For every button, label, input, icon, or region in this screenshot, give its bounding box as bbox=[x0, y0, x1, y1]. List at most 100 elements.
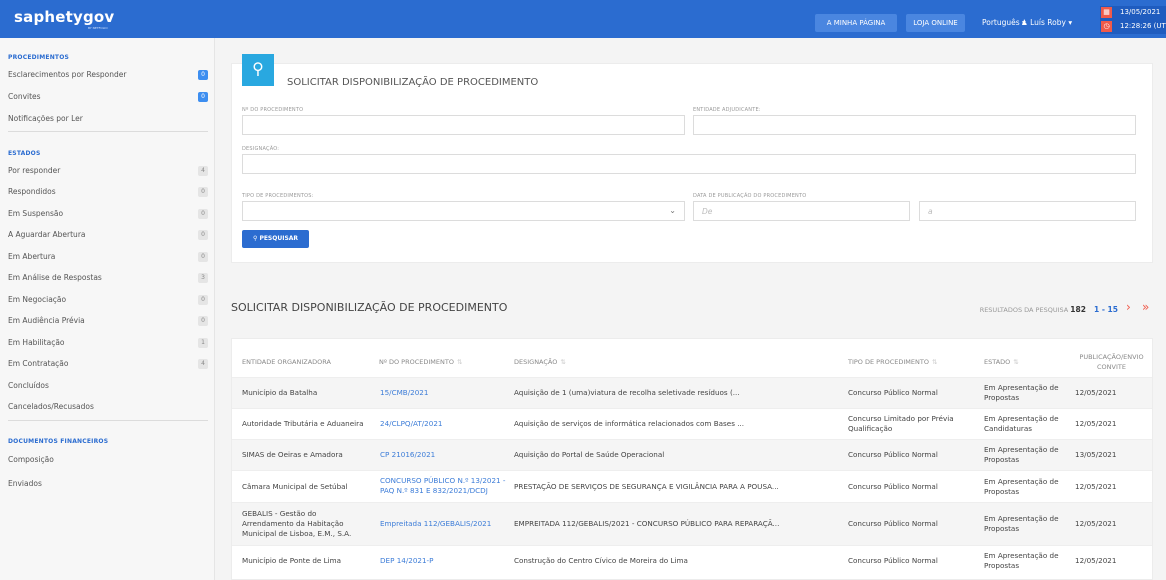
sidebar-item-label: Composição bbox=[8, 455, 54, 464]
sort-icon: ⇅ bbox=[931, 358, 938, 366]
count-badge: 1 bbox=[198, 338, 208, 348]
cell-designation: Aquisição de 1 (uma)viatura de recolha s… bbox=[514, 388, 740, 397]
table-row[interactable]: GEBALIS - Gestão do Arrendamento da Habi… bbox=[232, 502, 1152, 545]
column-header[interactable]: ESTADO ⇅ bbox=[984, 357, 1019, 367]
language-selector[interactable]: Português ▾ bbox=[982, 18, 1026, 27]
sidebar: PROCEDIMENTOS Esclarecimentos por Respon… bbox=[0, 38, 215, 580]
count-badge: 4 bbox=[198, 359, 208, 369]
sidebar-item-label: Em Habilitação bbox=[8, 338, 65, 347]
sidebar-item-label: Em Análise de Respostas bbox=[8, 273, 102, 282]
sidebar-item-to-answer[interactable]: Por responder 4 bbox=[8, 163, 208, 179]
table-row[interactable]: Município de Ponte de Lima DEP 14/2021-P… bbox=[232, 545, 1152, 577]
count-badge: 0 bbox=[198, 209, 208, 219]
sidebar-item-opening[interactable]: Em Abertura 0 bbox=[8, 249, 208, 265]
chevron-down-icon: ⌄ bbox=[669, 206, 676, 215]
sidebar-section-title: DOCUMENTOS FINANCEIROS bbox=[8, 438, 109, 445]
cell-procedure-link[interactable]: CP 21016/2021 bbox=[380, 450, 510, 460]
user-icon: ♟ bbox=[1021, 18, 1031, 27]
results-range: 1 - 15 bbox=[1094, 305, 1118, 314]
search-icon: ⚲ bbox=[242, 54, 274, 86]
sidebar-item-label: A Aguardar Abertura bbox=[8, 230, 86, 239]
cell-entity: Câmara Municipal de Setúbal bbox=[242, 482, 348, 491]
count-badge: 0 bbox=[198, 295, 208, 305]
sidebar-item-analysis[interactable]: Em Análise de Respostas 3 bbox=[8, 270, 208, 286]
table-row[interactable]: Autoridade Tributária e Aduaneira 24/CLP… bbox=[232, 408, 1152, 439]
sidebar-item-awaiting-opening[interactable]: A Aguardar Abertura 0 bbox=[8, 227, 208, 243]
count-badge: 0 bbox=[198, 187, 208, 197]
sidebar-item-label: Em Audiência Prévia bbox=[8, 316, 85, 325]
column-header-label: TIPO DE PROCEDIMENTO bbox=[848, 358, 929, 366]
cell-procedure-link[interactable]: DEP 14/2021-P bbox=[380, 556, 510, 566]
cell-designation: Aquisição do Portal de Saúde Operacional bbox=[514, 450, 665, 459]
sidebar-item-prior-hearing[interactable]: Em Audiência Prévia 0 bbox=[8, 313, 208, 329]
procedure-type-label: TIPO DE PROCEDIMENTOS: bbox=[242, 193, 314, 199]
column-header[interactable]: DESIGNAÇÃO ⇅ bbox=[514, 357, 566, 367]
table-row[interactable]: Município da Batalha 15/CMB/2021 Aquisiç… bbox=[232, 377, 1152, 408]
procedure-number-input[interactable] bbox=[242, 115, 685, 135]
cell-procedure-link[interactable]: 24/CLPQ/AT/2021 bbox=[380, 419, 510, 429]
cell-type: Concurso Limitado por Prévia Qualificaçã… bbox=[848, 414, 954, 433]
cell-date: 12/05/2021 bbox=[1075, 419, 1117, 428]
cell-date: 12/05/2021 bbox=[1075, 519, 1117, 528]
sidebar-item-invites[interactable]: Convites 0 bbox=[8, 89, 208, 105]
cell-procedure-link[interactable]: 15/CMB/2021 bbox=[380, 388, 510, 398]
sidebar-item-clarifications[interactable]: Esclarecimentos por Responder 0 bbox=[8, 67, 208, 83]
my-page-button[interactable]: A MINHA PÁGINA bbox=[815, 14, 897, 32]
sidebar-item-negotiation[interactable]: Em Negociação 0 bbox=[8, 292, 208, 308]
sidebar-item-label: Em Suspensão bbox=[8, 209, 64, 218]
cell-entity: Município de Ponte de Lima bbox=[242, 556, 341, 565]
column-header[interactable]: TIPO DE PROCEDIMENTO ⇅ bbox=[848, 357, 937, 367]
user-menu[interactable]: ♟ Luís Roby ▾ bbox=[1021, 18, 1072, 27]
search-button[interactable]: ⚲ PESQUISAR bbox=[242, 230, 309, 248]
date-to-input[interactable]: a bbox=[919, 201, 1136, 221]
next-page-icon[interactable]: › bbox=[1126, 300, 1131, 314]
divider bbox=[8, 131, 208, 132]
table-row[interactable]: SIMAS de Oeiras e Amadora CP 21016/2021 … bbox=[232, 439, 1152, 470]
date-from-placeholder: De bbox=[702, 207, 713, 216]
top-bar: saphetygov BY NETFOLIO A MINHA PÁGINA LO… bbox=[0, 0, 1166, 38]
sidebar-item-notifications[interactable]: Notificações por Ler bbox=[8, 111, 208, 127]
sort-icon: ⇅ bbox=[1013, 358, 1019, 366]
table-row[interactable]: Câmara Municipal de Setúbal CONCURSO PÚB… bbox=[232, 470, 1152, 502]
cell-designation: Construção do Centro Cívico de Moreira d… bbox=[514, 556, 688, 565]
date-from-input[interactable]: De bbox=[693, 201, 910, 221]
column-header[interactable]: Nº DO PROCEDIMENTO ⇅ bbox=[379, 357, 462, 367]
sidebar-section-title: ESTADOS bbox=[8, 150, 41, 157]
cell-procedure-link[interactable]: Empreitada 112/GEBALIS/2021 bbox=[380, 519, 510, 529]
cell-type: Concurso Público Normal bbox=[848, 519, 938, 528]
procedure-type-select[interactable]: ⌄ bbox=[242, 201, 685, 221]
sidebar-item-cancelled[interactable]: Cancelados/Recusados bbox=[8, 399, 208, 415]
sidebar-item-contracting[interactable]: Em Contratação 4 bbox=[8, 356, 208, 372]
results-title: SOLICITAR DISPONIBILIZAÇÃO DE PROCEDIMEN… bbox=[231, 301, 508, 314]
sidebar-item-qualification[interactable]: Em Habilitação 1 bbox=[8, 335, 208, 351]
column-header: ENTIDADE ORGANIZADORA bbox=[242, 358, 331, 366]
app-logo[interactable]: saphetygov bbox=[14, 8, 114, 26]
designation-input[interactable] bbox=[242, 154, 1136, 174]
datetime-panel: ▦ ◷ 13/05/2021 12:28:26 (UT bbox=[1100, 6, 1166, 34]
last-page-icon[interactable]: » bbox=[1142, 300, 1149, 314]
sidebar-item-answered[interactable]: Respondidos 0 bbox=[8, 184, 208, 200]
cell-entity: SIMAS de Oeiras e Amadora bbox=[242, 450, 343, 459]
cell-procedure-link[interactable]: CONCURSO PÚBLICO N.º 13/2021 - PAQ N.º 8… bbox=[380, 476, 510, 496]
count-badge: 0 bbox=[198, 92, 208, 102]
cell-date: 12/05/2021 bbox=[1075, 556, 1117, 565]
cell-state: Em Apresentação de Propostas bbox=[984, 514, 1059, 533]
column-header-label: Nº DO PROCEDIMENTO bbox=[379, 358, 454, 366]
cell-type: Concurso Público Normal bbox=[848, 388, 938, 397]
sidebar-item-label: Respondidos bbox=[8, 187, 56, 196]
column-header-label: DESIGNAÇÃO bbox=[514, 358, 558, 366]
publication-date-label: DATA DE PUBLICAÇÃO DO PROCEDIMENTO bbox=[693, 193, 807, 199]
cell-state: Em Apresentação de Propostas bbox=[984, 477, 1059, 496]
online-store-button[interactable]: LOJA ONLINE bbox=[906, 14, 965, 32]
sidebar-item-sent[interactable]: Enviados bbox=[8, 476, 208, 492]
sidebar-item-suspended[interactable]: Em Suspensão 0 bbox=[8, 206, 208, 222]
current-date: 13/05/2021 bbox=[1120, 8, 1161, 16]
sidebar-item-concluded[interactable]: Concluídos bbox=[8, 378, 208, 394]
cell-state: Em Apresentação de Candidaturas bbox=[984, 414, 1059, 433]
sidebar-item-composition[interactable]: Composição bbox=[8, 452, 208, 468]
entity-input[interactable] bbox=[693, 115, 1136, 135]
cell-date: 12/05/2021 bbox=[1075, 482, 1117, 491]
clock-icon: ◷ bbox=[1101, 21, 1112, 32]
cell-state: Em Apresentação de Propostas bbox=[984, 383, 1059, 402]
sidebar-item-label: Por responder bbox=[8, 166, 61, 175]
